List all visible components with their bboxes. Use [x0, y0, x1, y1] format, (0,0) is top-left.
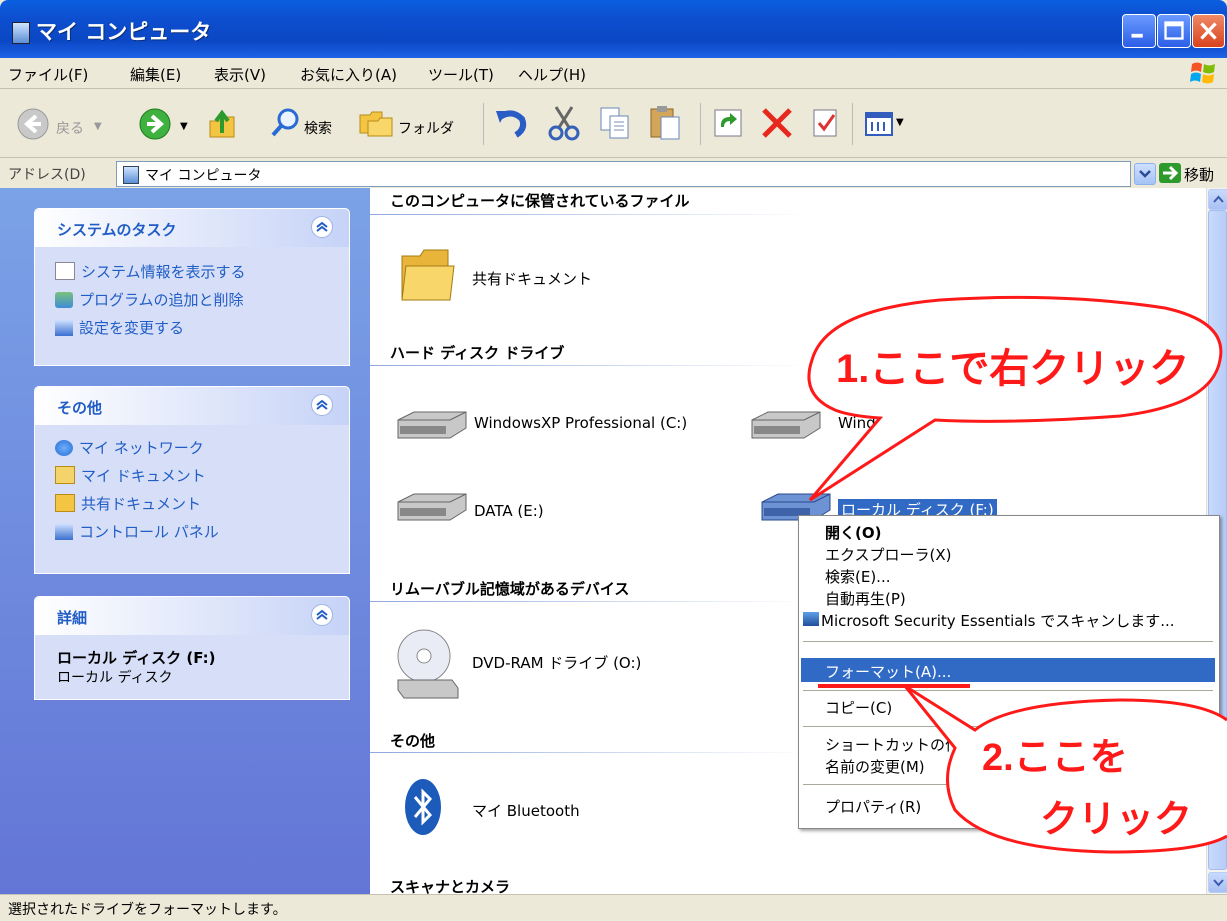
annotation-step1: 1.ここで右クリック — [836, 347, 1190, 391]
annotation-step2-line2: クリック — [1040, 799, 1193, 841]
format-underline — [818, 684, 970, 688]
annotation-step2-line1: 2.ここを — [982, 737, 1128, 779]
annotation-overlay — [807, 295, 1227, 854]
callout-bubble-step1 — [807, 295, 1223, 502]
